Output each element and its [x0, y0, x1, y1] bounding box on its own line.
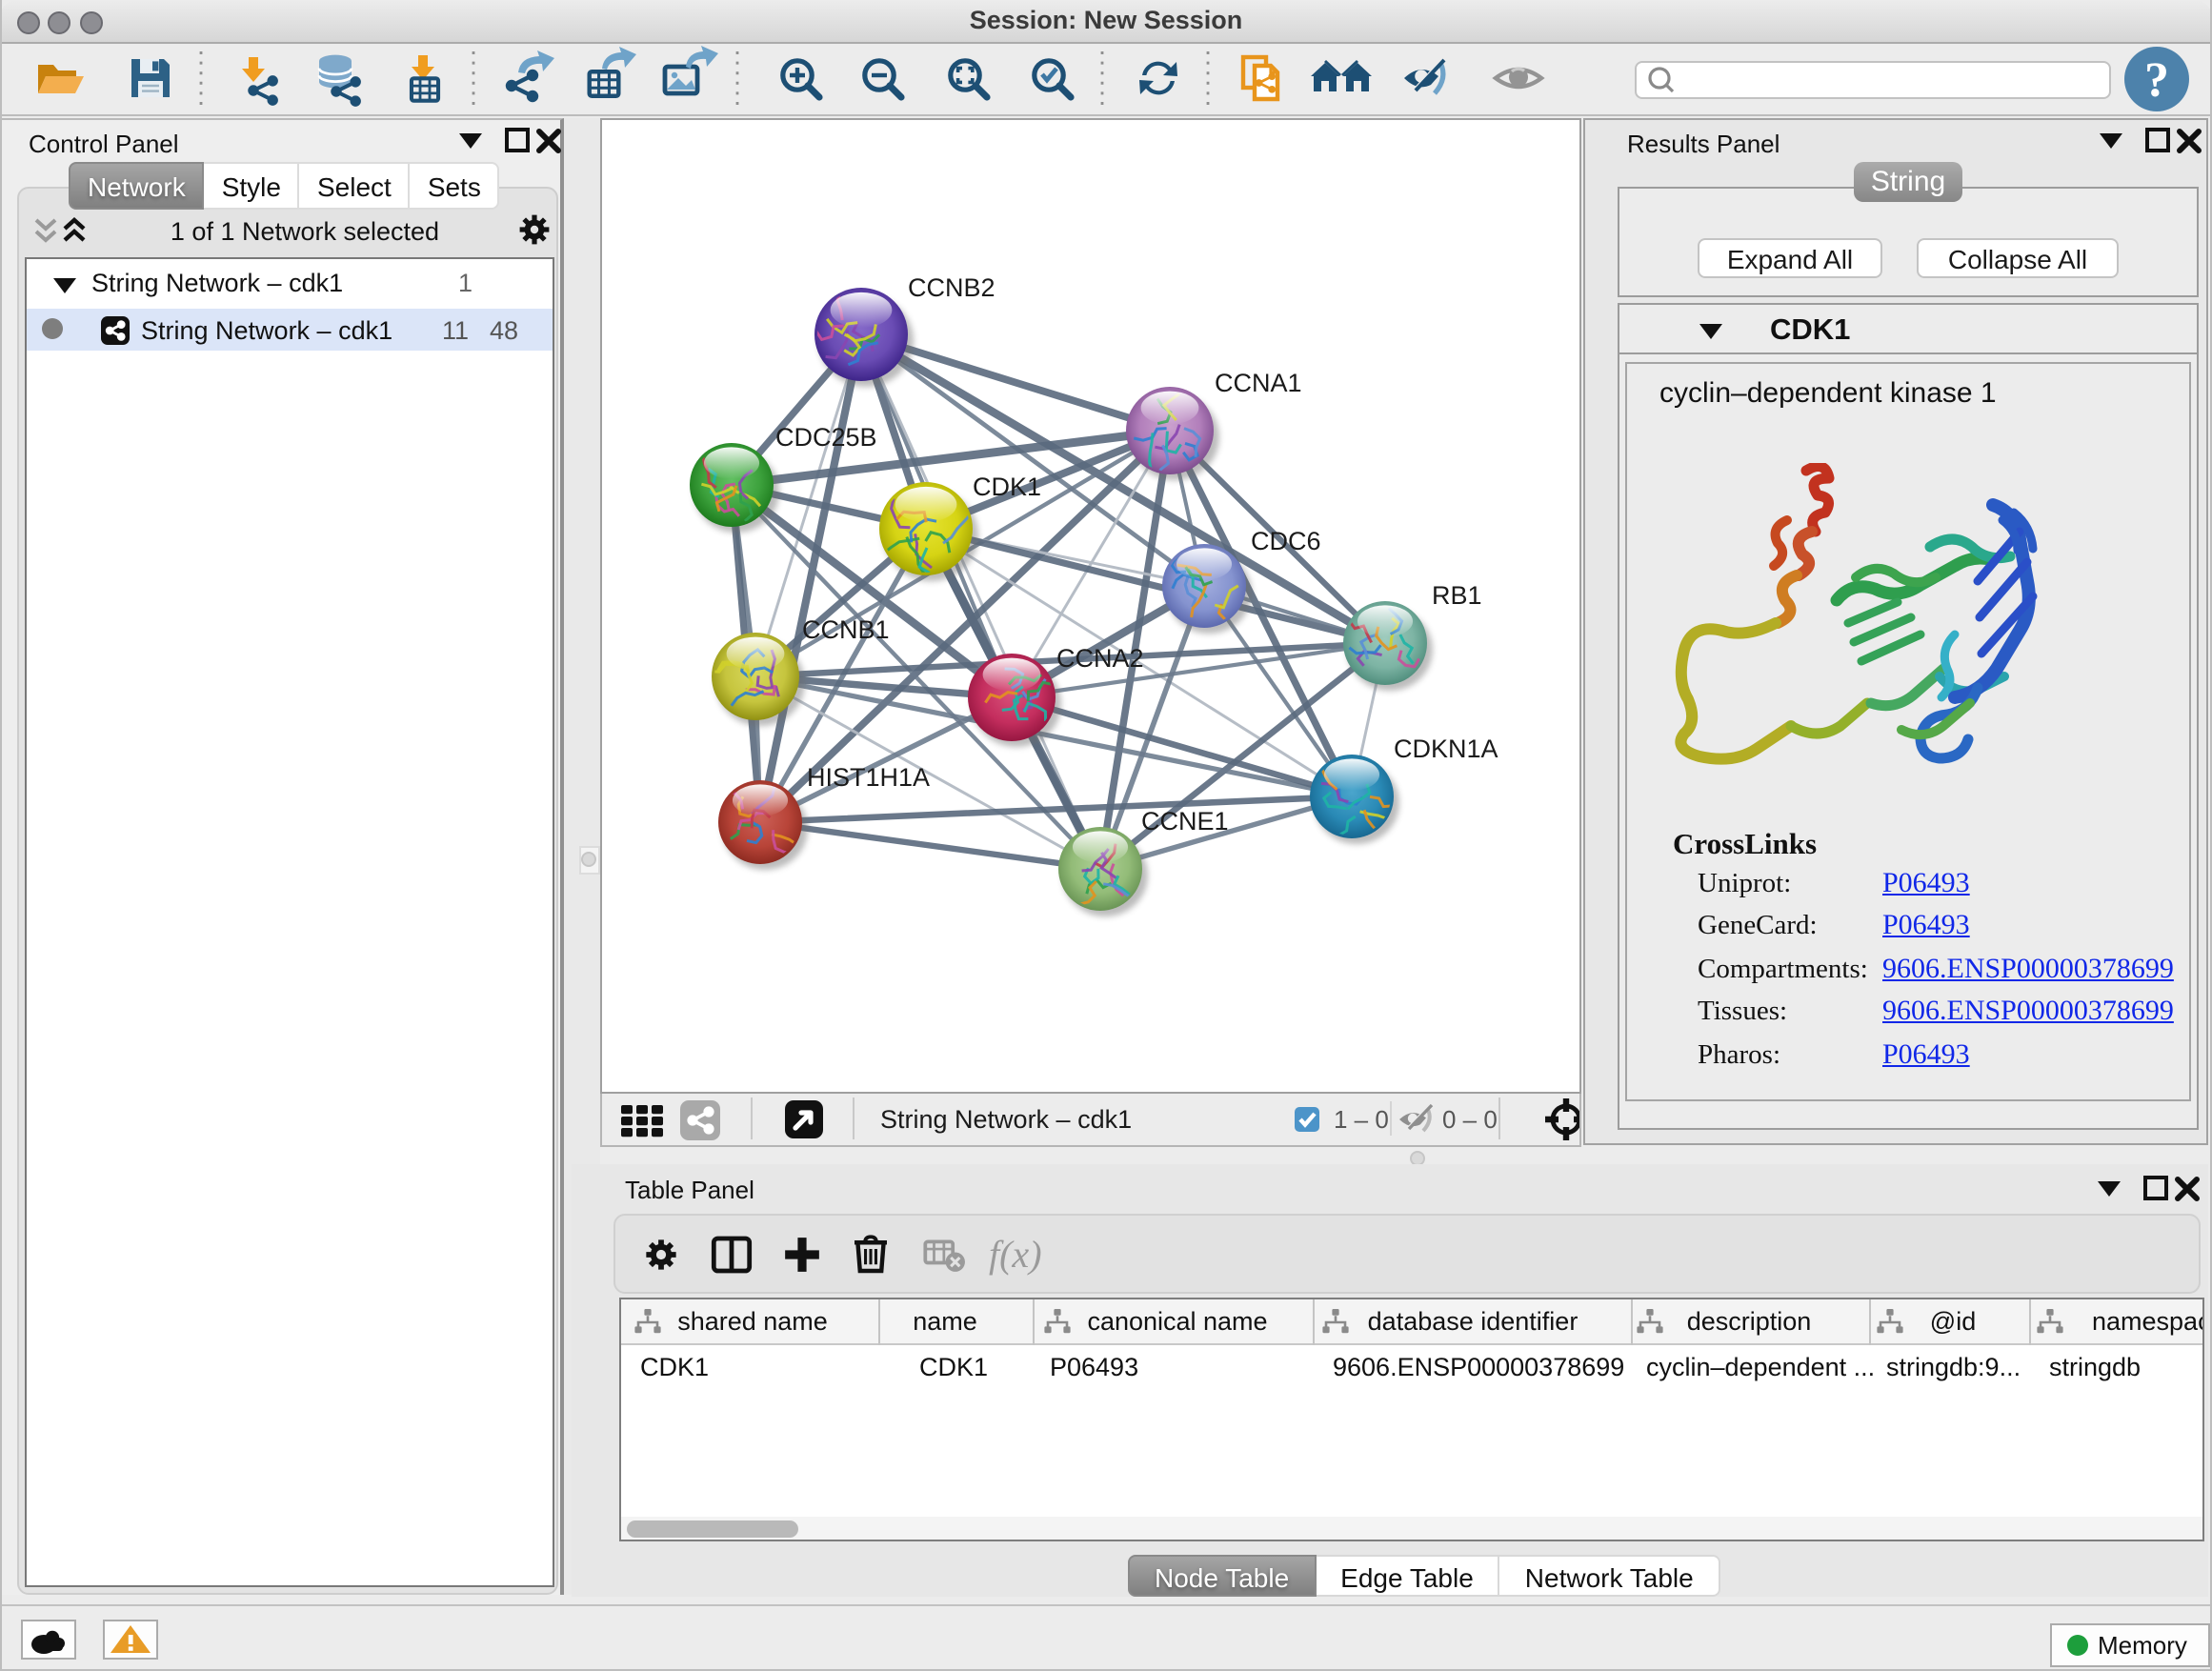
svg-text:1 – 0: 1 – 0 — [1334, 1105, 1389, 1134]
svg-text:RB1: RB1 — [1432, 581, 1482, 610]
svg-text:CCNA2: CCNA2 — [1056, 644, 1144, 673]
svg-text:0 – 0: 0 – 0 — [1442, 1105, 1498, 1134]
svg-text:?: ? — [2144, 53, 2169, 108]
svg-text:CDC25B: CDC25B — [775, 423, 877, 452]
svg-text:CCNE1: CCNE1 — [1141, 807, 1229, 836]
svg-text:CCNB1: CCNB1 — [802, 615, 890, 644]
svg-text:CDC6: CDC6 — [1251, 527, 1321, 555]
svg-text:String Network – cdk1: String Network – cdk1 — [880, 1105, 1132, 1134]
svg-text:CDKN1A: CDKN1A — [1394, 735, 1498, 763]
svg-text:CCNA1: CCNA1 — [1215, 369, 1302, 397]
svg-text:f(x): f(x) — [989, 1233, 1042, 1276]
svg-text:CCNB2: CCNB2 — [908, 273, 995, 302]
svg-text:HIST1H1A: HIST1H1A — [807, 763, 930, 792]
svg-text:CDK1: CDK1 — [973, 473, 1041, 501]
